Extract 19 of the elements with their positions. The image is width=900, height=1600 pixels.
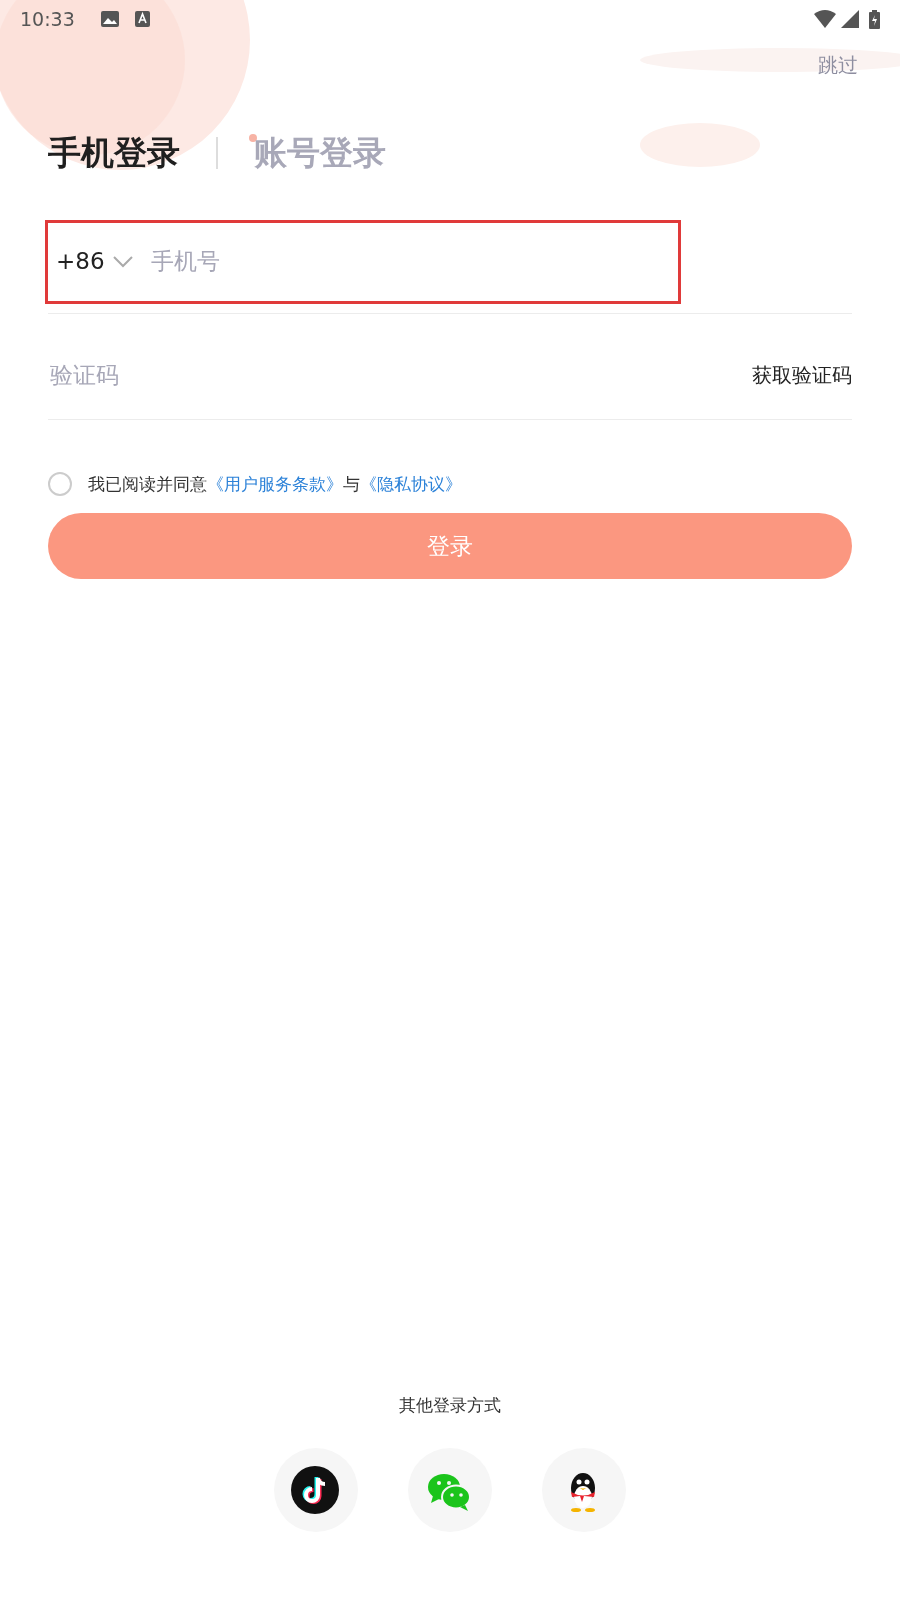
other-login-label: 其他登录方式 xyxy=(399,1393,501,1417)
skip-button[interactable]: 跳过 xyxy=(818,50,858,80)
terms-link[interactable]: 《用户服务条款》 xyxy=(207,473,343,494)
get-code-button[interactable]: 获取验证码 xyxy=(752,360,852,390)
login-tab[interactable]: 账号登录 xyxy=(254,128,386,178)
agreement-checkbox[interactable] xyxy=(48,472,72,497)
agreement-text: 我已阅读并同意《用户服务条款》与《隐私协议》 xyxy=(88,472,462,496)
chevron-down-icon xyxy=(112,255,133,268)
clock-time: 10:33 xyxy=(20,6,75,32)
login-button[interactable]: 登录 xyxy=(48,513,852,579)
battery-icon xyxy=(869,9,880,29)
phone-field[interactable]: 手机号 xyxy=(148,243,670,280)
signal-icon xyxy=(841,10,859,28)
verification-code-field[interactable]: 验证码 xyxy=(48,356,752,394)
music-note-icon xyxy=(291,1466,341,1514)
wifi-icon xyxy=(814,10,836,28)
country-code-dropdown[interactable]: +86 xyxy=(56,244,133,279)
privacy-link[interactable]: 《隐私协议》 xyxy=(360,473,462,494)
login-tab[interactable]: 手机登录 xyxy=(48,128,180,178)
